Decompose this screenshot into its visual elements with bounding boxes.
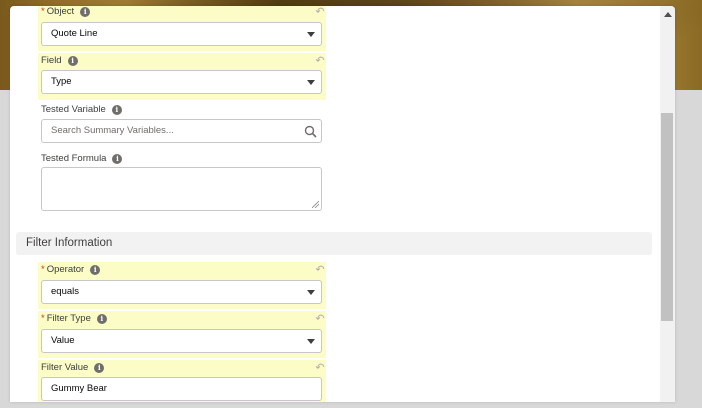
chevron-down-icon — [307, 80, 315, 85]
vertical-scrollbar[interactable] — [660, 6, 675, 402]
filter-type-label: Filter Type — [46, 313, 91, 324]
filter-type-field: * Filter Type i ↶ Value — [38, 311, 326, 358]
object-label-row: * Object i — [41, 6, 91, 17]
scrollbar-thumb[interactable] — [661, 113, 673, 321]
tested-formula-label: Tested Formula — [41, 153, 107, 164]
filter-value-input[interactable]: Gummy Bear — [41, 377, 322, 401]
modal-body: * Object i ↶ Quote Line Field i ↶ Type T… — [10, 6, 660, 402]
filter-value-field: Filter Value i ↶ Gummy Bear — [38, 360, 326, 402]
operator-field: * Operator i ↶ equals — [38, 262, 326, 309]
filter-value-label: Filter Value — [41, 362, 89, 373]
info-icon[interactable]: i — [90, 264, 101, 275]
filter-value-label-row: Filter Value i — [41, 362, 105, 373]
info-icon[interactable]: i — [67, 55, 78, 66]
section-title: Filter Information — [26, 237, 113, 249]
filter-value-text: Gummy Bear — [51, 383, 107, 394]
chevron-down-icon — [307, 290, 315, 295]
undo-icon[interactable]: ↶ — [314, 55, 326, 67]
operator-label-row: * Operator i — [41, 264, 101, 275]
info-icon[interactable]: i — [111, 104, 122, 115]
tested-variable-label: Tested Variable — [41, 104, 106, 115]
undo-icon[interactable]: ↶ — [314, 362, 326, 374]
tested-formula-label-row: Tested Formula i — [41, 153, 123, 164]
undo-icon[interactable]: ↶ — [314, 6, 326, 18]
field-label-row: Field i — [41, 55, 78, 66]
operator-select-value: equals — [51, 286, 79, 297]
chevron-down-icon — [307, 32, 315, 37]
field-field: Field i ↶ Type — [38, 53, 326, 100]
info-icon[interactable]: i — [94, 362, 105, 373]
undo-icon[interactable]: ↶ — [314, 264, 326, 276]
required-marker: * — [41, 6, 45, 17]
field-select[interactable]: Type — [41, 70, 322, 94]
tested-variable-label-row: Tested Variable i — [41, 104, 122, 115]
object-select-value: Quote Line — [51, 28, 98, 39]
object-label: Object — [46, 6, 75, 17]
filter-information-section-header[interactable]: Filter Information — [16, 232, 652, 255]
tested-variable-placeholder: Search Summary Variables... — [51, 125, 174, 136]
tested-variable-search-input[interactable]: Search Summary Variables... — [41, 119, 322, 143]
chevron-down-icon — [307, 339, 315, 344]
tested-variable-field: Tested Variable i Search Summary Variabl… — [38, 102, 326, 144]
object-field: * Object i ↶ Quote Line — [38, 6, 326, 51]
info-icon[interactable]: i — [96, 313, 107, 324]
operator-label: Operator — [46, 264, 85, 275]
undo-icon[interactable]: ↶ — [314, 313, 326, 325]
field-label: Field — [41, 55, 62, 66]
edit-modal: * Object i ↶ Quote Line Field i ↶ Type T… — [10, 6, 675, 402]
filter-type-select-value: Value — [51, 335, 75, 346]
required-marker: * — [41, 264, 45, 275]
field-select-value: Type — [51, 76, 72, 87]
filter-type-select[interactable]: Value — [41, 329, 322, 353]
info-icon[interactable]: i — [112, 153, 123, 164]
info-icon[interactable]: i — [80, 6, 91, 17]
operator-select[interactable]: equals — [41, 280, 322, 304]
object-select[interactable]: Quote Line — [41, 22, 322, 46]
required-marker: * — [41, 313, 45, 324]
resize-grip-icon[interactable] — [312, 201, 319, 208]
tested-formula-field: Tested Formula i — [38, 151, 326, 213]
search-icon[interactable] — [304, 125, 317, 138]
filter-type-label-row: * Filter Type i — [41, 313, 107, 324]
scroll-up-arrow-icon[interactable] — [664, 12, 672, 17]
tested-formula-textarea[interactable] — [41, 167, 322, 211]
